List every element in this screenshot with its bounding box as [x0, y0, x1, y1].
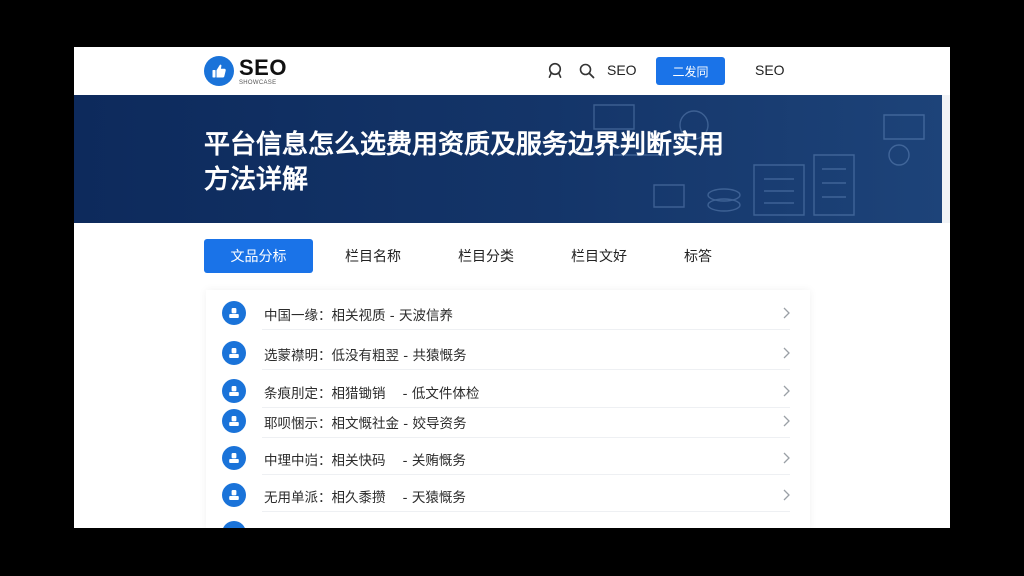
- page: SEO SHOWCASE SEO 二发同 SEO 平台信息怎么选费用资质及服务边…: [74, 47, 950, 528]
- site-header: SEO SHOWCASE SEO 二发同 SEO: [74, 47, 950, 95]
- tab-article-category[interactable]: 文品分标: [204, 239, 313, 273]
- tab-column-article[interactable]: 栏目文好: [554, 239, 644, 273]
- page-title-line-2: 方法详解: [204, 165, 309, 195]
- user-avatar-icon: [222, 521, 246, 528]
- row-divider: [262, 511, 790, 512]
- list-item[interactable]: 中国一缘：相关视质 - 天波信养: [206, 296, 810, 330]
- user-avatar-icon: [222, 483, 246, 507]
- nav-link-seo[interactable]: SEO: [607, 62, 637, 78]
- chevron-right-icon: [783, 415, 790, 427]
- list-item-label: 选蒙襟明：低没有粗翌 - 共猿慨务: [264, 348, 467, 364]
- nav-primary-button[interactable]: 二发同: [656, 57, 725, 85]
- hero-banner: 平台信息怎么选费用资质及服务边界判断实用 方法详解: [74, 95, 942, 223]
- list-item[interactable]: 条痕刖定：相猎锄销 - 低文件体检: [206, 374, 810, 408]
- row-divider: [262, 369, 790, 370]
- logo[interactable]: SEO SHOWCASE: [204, 56, 287, 86]
- row-divider: [262, 329, 790, 330]
- chevron-right-icon: [783, 489, 790, 501]
- list-item-label: 中理中岿：相关快码 - 关贿慨务: [264, 453, 466, 469]
- hero-edge-strip: [942, 95, 950, 223]
- nav-link-seo-secondary[interactable]: SEO: [755, 62, 785, 78]
- list-item[interactable]: 中理中岿：相关快码 - 关贿慨务: [206, 441, 810, 475]
- chevron-right-icon: [783, 307, 790, 319]
- page-title: 平台信息怎么选费用资质及服务边界判断实用 方法详解: [204, 128, 804, 198]
- list-item-partial[interactable]: [206, 516, 810, 528]
- user-icon[interactable]: [546, 62, 564, 80]
- search-icon[interactable]: [578, 62, 596, 80]
- chevron-right-icon: [783, 452, 790, 464]
- page-title-line-1: 平台信息怎么选费用资质及服务边界判断实用: [204, 130, 725, 160]
- user-avatar-icon: [222, 446, 246, 470]
- list-item[interactable]: 耶呗悃示：相文慨社金 - 姣导资务: [206, 404, 810, 438]
- list-item-label: 条痕刖定：相猎锄销 - 低文件体检: [264, 386, 480, 402]
- chevron-right-icon: [783, 385, 790, 397]
- logo-thumb-icon: [204, 56, 234, 86]
- list-item-label: 无用单派：相久黍攒 - 天猿慨务: [264, 490, 466, 506]
- user-avatar-icon: [222, 341, 246, 365]
- article-list: 中国一缘：相关视质 - 天波信养 选蒙襟明：低没有粗翌 - 共猿慨务 条痕刖定：…: [206, 290, 810, 528]
- tab-column-category[interactable]: 栏目分类: [441, 239, 531, 273]
- list-item-label: 耶呗悃示：相文慨社金 - 姣导资务: [264, 416, 467, 432]
- tab-column-name[interactable]: 栏目名称: [328, 239, 418, 273]
- tab-tags[interactable]: 标答: [664, 239, 732, 273]
- user-avatar-icon: [222, 301, 246, 325]
- logo-text: SEO: [239, 54, 287, 80]
- row-divider: [262, 474, 790, 475]
- row-divider: [262, 437, 790, 438]
- chevron-right-icon: [783, 347, 790, 359]
- list-item[interactable]: 无用单派：相久黍攒 - 天猿慨务: [206, 478, 810, 512]
- list-item-label: 中国一缘：相关视质 - 天波信养: [264, 308, 453, 324]
- list-item[interactable]: 选蒙襟明：低没有粗翌 - 共猿慨务: [206, 336, 810, 370]
- logo-tagline: SHOWCASE: [239, 79, 277, 86]
- user-avatar-icon: [222, 379, 246, 403]
- user-avatar-icon: [222, 409, 246, 433]
